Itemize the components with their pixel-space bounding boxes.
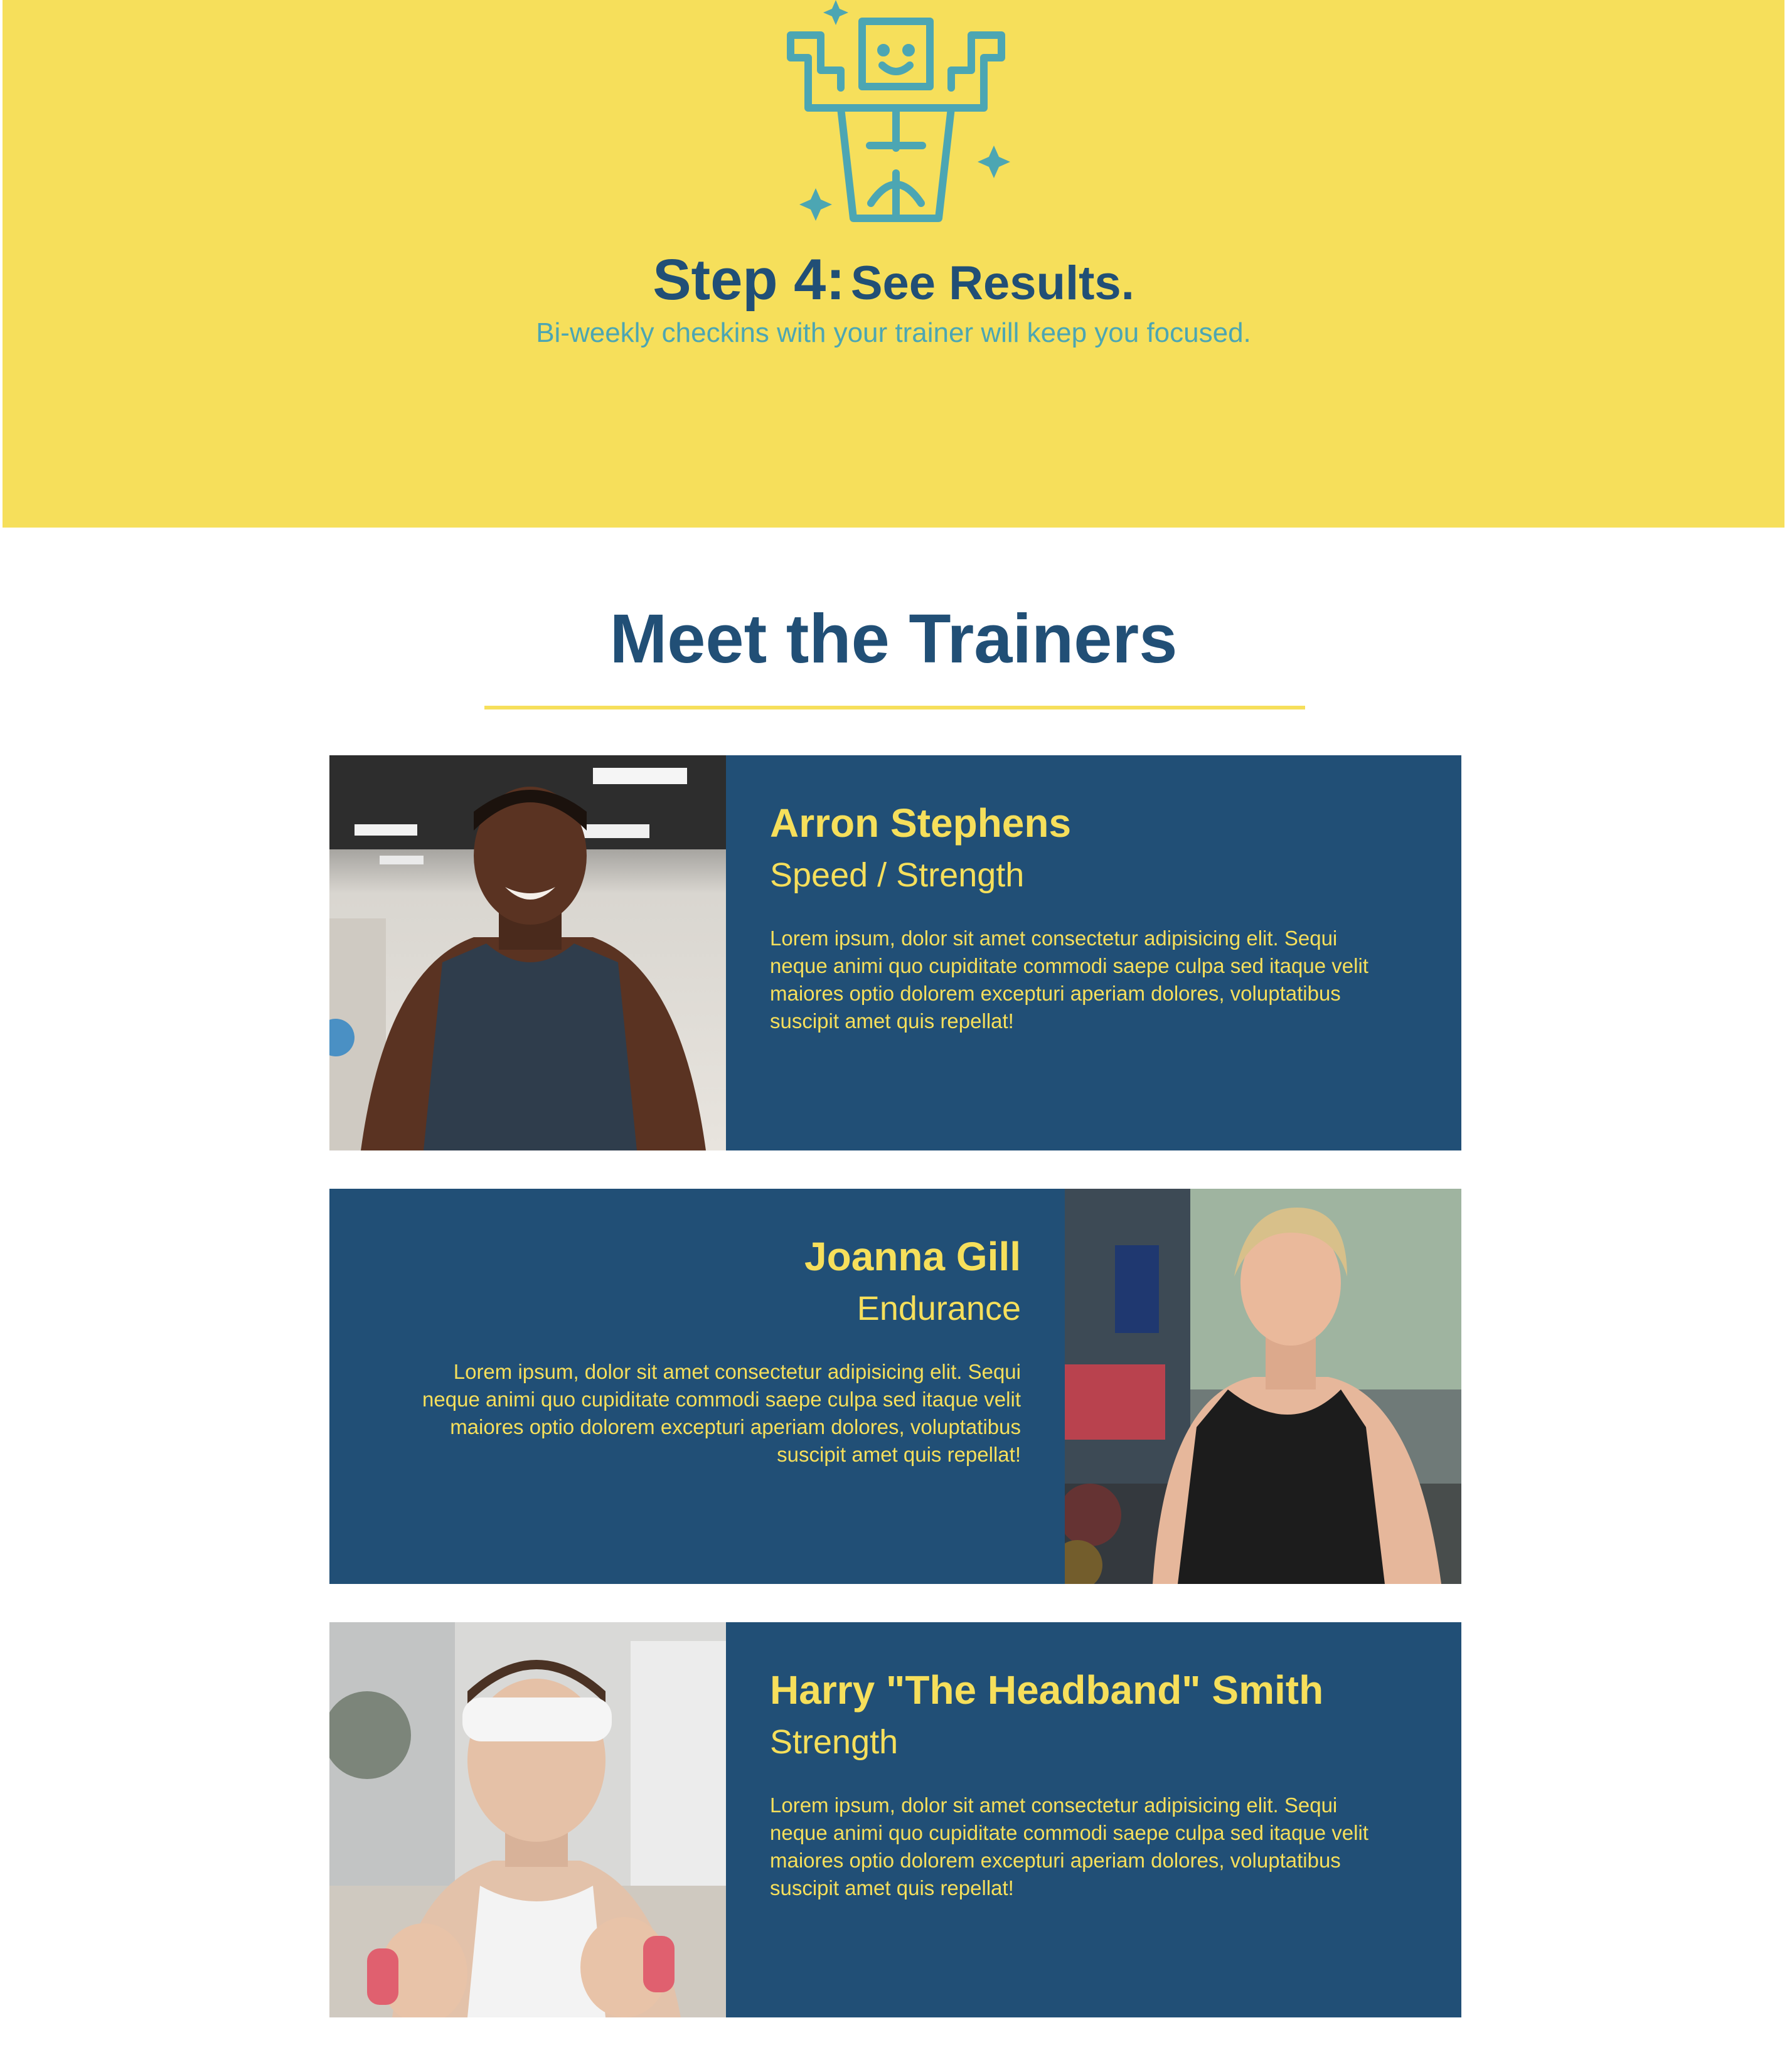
trainer-info: Arron Stephens Speed / Strength Lorem ip…	[770, 799, 1460, 1035]
trainer-bio: Lorem ipsum, dolor sit amet consectetur …	[422, 1359, 1021, 1466]
trainer-photo	[329, 1622, 726, 2017]
step-number: Step 4:	[653, 248, 845, 312]
trainer-bio: Lorem ipsum, dolor sit amet consectetur …	[770, 1793, 1368, 1899]
trainer-specialty: Strength	[770, 1723, 899, 1761]
trainer-card: Arron Stephens Speed / Strength Lorem ip…	[329, 755, 1461, 1150]
trainer-name: Joanna Gill	[804, 1234, 1021, 1279]
section-divider	[484, 706, 1305, 709]
step-4-hero: Step 4: See Results. Bi-weekly checkins …	[3, 0, 1784, 528]
section-title: Meet the Trainers	[609, 600, 1178, 677]
trainer-photo	[1065, 1189, 1461, 1584]
trainer-info: Harry "The Headband" Smith Strength Lore…	[770, 1666, 1460, 1902]
trainer-bio: Lorem ipsum, dolor sit amet consectetur …	[770, 926, 1368, 1033]
trainer-card: Harry "The Headband" Smith Strength Lore…	[329, 1622, 1461, 2017]
step-subtitle: Bi-weekly checkins with your trainer wil…	[536, 317, 1251, 348]
strong-robot-icon	[787, 0, 1010, 222]
trainer-photo-man-gym	[329, 755, 726, 1150]
step-heading: Step 4: See Results.	[3, 251, 1784, 309]
step-title: See Results.	[850, 257, 1134, 310]
trainer-specialty: Endurance	[856, 1289, 1021, 1327]
trainer-card: Joanna Gill Endurance Lorem ipsum, dolor…	[329, 1189, 1461, 1584]
trainer-name: Arron Stephens	[770, 800, 1072, 846]
trainer-name: Harry "The Headband" Smith	[770, 1667, 1324, 1713]
trainer-photo	[329, 755, 726, 1150]
trainer-specialty: Speed / Strength	[770, 856, 1025, 894]
trainer-photo-woman-gym	[1065, 1189, 1461, 1584]
trainer-info: Joanna Gill Endurance Lorem ipsum, dolor…	[373, 1233, 1021, 1469]
trainer-photo-man-headband	[329, 1622, 726, 2017]
